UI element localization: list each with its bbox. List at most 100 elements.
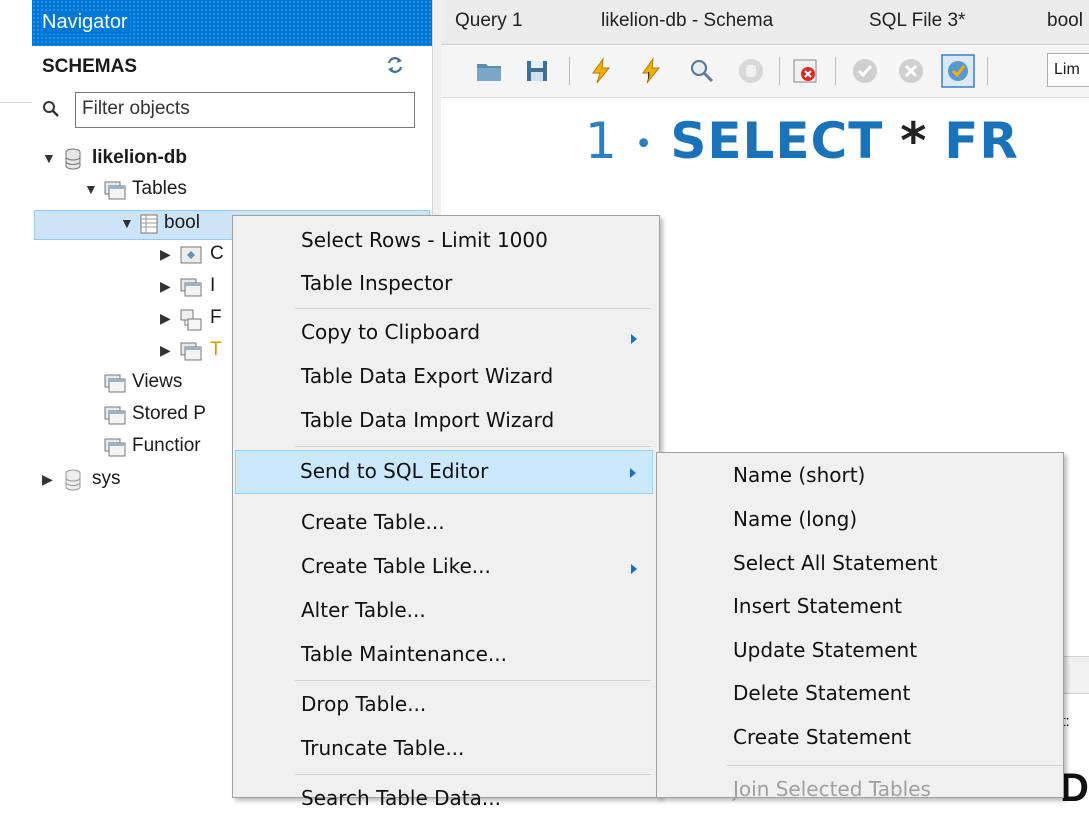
tree-label-child4: T bbox=[210, 339, 222, 360]
menu-table-data-import[interactable]: Table Data Import Wizard bbox=[235, 398, 657, 442]
tree-item-columns[interactable]: ▶ C bbox=[160, 243, 240, 271]
tree-label-functions: Functior bbox=[132, 435, 201, 456]
tree-label-child3: F bbox=[210, 307, 222, 328]
views-folder-icon bbox=[104, 374, 126, 393]
autocommit-toggle-icon[interactable] bbox=[941, 54, 975, 88]
gutter-divider bbox=[0, 102, 32, 103]
sql-editor-toolbar: I Lim bbox=[441, 45, 1089, 98]
save-icon[interactable] bbox=[523, 57, 551, 85]
line-dot: • bbox=[634, 127, 654, 162]
tree-item-likelion-db[interactable]: ▼ likelion-db bbox=[42, 147, 422, 175]
submenu-select-all-statement[interactable]: Select All Statement bbox=[659, 541, 1061, 585]
columns-folder-icon bbox=[180, 246, 202, 264]
menu-separator bbox=[295, 308, 651, 309]
menu-select-rows[interactable]: Select Rows - Limit 1000 bbox=[235, 218, 657, 262]
keyword-from: FR bbox=[944, 112, 1019, 170]
tab-sql-file-3[interactable]: SQL File 3* bbox=[869, 10, 965, 32]
tree-item-tables[interactable]: ▼ Tables bbox=[84, 178, 384, 206]
tab-schema[interactable]: likelion-db - Schema bbox=[601, 10, 773, 32]
toggle-error-icon[interactable] bbox=[791, 57, 819, 85]
tree-label-tables: Tables bbox=[132, 178, 187, 199]
send-to-sql-editor-submenu: Name (short) Name (long) Select All Stat… bbox=[656, 452, 1064, 801]
submenu-name-short[interactable]: Name (short) bbox=[659, 453, 1061, 497]
tree-label-stored: Stored P bbox=[132, 403, 206, 424]
toolbar-separator bbox=[987, 57, 988, 85]
menu-create-table-like[interactable]: Create Table Like... bbox=[235, 544, 657, 588]
menu-search-table-data[interactable]: Search Table Data... bbox=[235, 776, 657, 820]
expand-down-icon[interactable]: ▼ bbox=[84, 181, 98, 197]
navigator-title: Navigator bbox=[42, 11, 130, 34]
menu-separator bbox=[295, 774, 651, 775]
search-icon bbox=[43, 101, 59, 117]
expand-right-icon[interactable]: ▶ bbox=[160, 246, 171, 263]
submenu-join-selected-tables: Join Selected Tables bbox=[733, 777, 931, 801]
line-number: 1 bbox=[585, 112, 618, 170]
submenu-create-statement[interactable]: Create Statement bbox=[659, 715, 1061, 759]
editor-line-1: 1 • SELECT * FR bbox=[585, 112, 1019, 170]
toolbar-separator bbox=[835, 57, 836, 85]
table-context-menu: Select Rows - Limit 1000 Table Inspector… bbox=[232, 215, 660, 810]
tree-label-views: Views bbox=[132, 371, 183, 392]
execute-lightning-icon[interactable] bbox=[587, 57, 615, 85]
table-icon bbox=[140, 214, 158, 234]
submenu-insert-statement[interactable]: Insert Statement bbox=[659, 584, 1061, 628]
indexes-folder-icon bbox=[180, 278, 202, 297]
expand-right-icon[interactable]: ▶ bbox=[160, 310, 171, 327]
database-icon bbox=[65, 148, 81, 170]
tab-query-1[interactable]: Query 1 bbox=[455, 10, 523, 32]
submenu-name-long[interactable]: Name (long) bbox=[659, 497, 1061, 541]
expand-down-icon[interactable]: ▼ bbox=[42, 150, 56, 166]
tree-item-sys[interactable]: ▶ sys bbox=[42, 468, 242, 496]
expand-right-icon[interactable]: ▶ bbox=[160, 342, 171, 359]
menu-copy-to-clipboard[interactable]: Copy to Clipboard bbox=[235, 310, 657, 354]
tables-folder-icon bbox=[104, 181, 126, 200]
submenu-update-statement[interactable]: Update Statement bbox=[659, 628, 1061, 672]
left-gutter bbox=[0, 0, 32, 798]
navigator-header: Navigator bbox=[32, 0, 432, 46]
submenu-arrow-icon bbox=[631, 564, 637, 574]
tab-book[interactable]: bool bbox=[1047, 10, 1083, 32]
menu-table-maintenance[interactable]: Table Maintenance... bbox=[235, 632, 657, 676]
code-star: * bbox=[900, 112, 928, 170]
commit-check-icon[interactable] bbox=[851, 57, 879, 85]
menu-separator bbox=[727, 765, 1063, 766]
svg-text:I: I bbox=[647, 71, 650, 82]
limit-rows-select[interactable]: Lim bbox=[1047, 53, 1089, 87]
schemas-title: SCHEMAS bbox=[42, 56, 138, 77]
menu-separator bbox=[295, 446, 651, 447]
expand-right-icon[interactable]: ▶ bbox=[42, 471, 53, 488]
tree-item-triggers[interactable]: ▶ T bbox=[160, 339, 240, 367]
tree-label-child2: I bbox=[210, 275, 216, 296]
toolbar-separator bbox=[779, 57, 780, 85]
menu-table-inspector[interactable]: Table Inspector bbox=[235, 261, 657, 305]
rollback-x-icon[interactable] bbox=[897, 57, 925, 85]
output-pane-text: D bbox=[1060, 766, 1089, 810]
menu-create-table[interactable]: Create Table... bbox=[235, 500, 657, 544]
tree-label-child1: C bbox=[210, 243, 224, 264]
tree-label-table-book: bool bbox=[164, 212, 200, 233]
tree-label-db1: likelion-db bbox=[92, 147, 187, 168]
menu-table-data-export[interactable]: Table Data Export Wizard bbox=[235, 354, 657, 398]
menu-drop-table[interactable]: Drop Table... bbox=[235, 682, 657, 726]
submenu-delete-statement[interactable]: Delete Statement bbox=[659, 671, 1061, 715]
explain-magnifier-icon[interactable] bbox=[687, 57, 715, 85]
expand-right-icon[interactable]: ▶ bbox=[160, 278, 171, 295]
execute-current-icon[interactable]: I bbox=[637, 57, 665, 85]
tree-item-foreign-keys[interactable]: ▶ F bbox=[160, 307, 240, 335]
submenu-arrow-icon bbox=[630, 468, 636, 478]
toolbar-separator bbox=[569, 57, 570, 85]
refresh-icon[interactable] bbox=[384, 54, 406, 76]
editor-tab-bar: Query 1 likelion-db - Schema SQL File 3*… bbox=[441, 0, 1089, 45]
tree-item-indexes[interactable]: ▶ I bbox=[160, 275, 240, 303]
menu-alter-table[interactable]: Alter Table... bbox=[235, 588, 657, 632]
menu-truncate-table[interactable]: Truncate Table... bbox=[235, 726, 657, 770]
database-icon bbox=[65, 469, 81, 491]
filter-objects-input[interactable]: Filter objects bbox=[75, 92, 415, 128]
stored-procedures-folder-icon bbox=[104, 406, 126, 425]
menu-send-to-sql-editor[interactable]: Send to SQL Editor bbox=[235, 450, 653, 494]
stop-hand-icon[interactable] bbox=[737, 57, 765, 85]
expand-down-icon[interactable]: ▼ bbox=[120, 215, 134, 231]
triggers-folder-icon bbox=[180, 342, 202, 361]
menu-separator bbox=[295, 680, 651, 681]
open-folder-icon[interactable] bbox=[475, 57, 503, 85]
